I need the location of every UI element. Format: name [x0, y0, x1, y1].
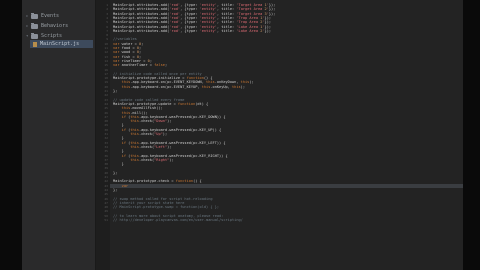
code-line[interactable]: var anotherTimer = false; — [113, 63, 167, 67]
code-editor-window: ▸ Events ▸ Behaviors ▾ Scripts MainScrip… — [22, 0, 463, 270]
letterbox-left — [0, 0, 22, 270]
code-line[interactable]: }; — [113, 171, 117, 175]
code-line[interactable]: }; — [113, 188, 117, 192]
js-file-icon — [33, 41, 37, 47]
code-editor[interactable]: 1 2 3 4 5 6 7 8 9 10 11 12 13 14 15 16 17 18 19 20 21 22 23 24 2… — [96, 0, 463, 270]
code-line[interactable]: this.app.keyboard.on(pc.EVENT_KEYUP, thi… — [113, 85, 245, 89]
code-line[interactable]: }; — [113, 89, 117, 93]
line-number-gutter: 1 2 3 4 5 6 7 8 9 10 11 12 13 14 15 16 17 18 19 20 21 22 23 24 2… — [96, 0, 110, 270]
tree-item-mainscript[interactable]: MainScript.js — [30, 40, 93, 48]
tree-item-scripts[interactable]: ▾ Scripts — [26, 32, 62, 40]
code-line[interactable]: var — [110, 183, 463, 188]
code-line[interactable]: // MainScript.prototype.swap = function(… — [113, 205, 219, 209]
code-line[interactable]: // http://developer.playcanvas.com/en/us… — [113, 218, 243, 222]
line-number: 51 — [104, 218, 108, 222]
code-line[interactable]: MainScript.attributes.add('rod', {type: … — [113, 29, 271, 33]
folder-icon — [31, 12, 38, 19]
tree-item-behaviors[interactable]: ▸ Behaviors — [26, 22, 68, 30]
file-tree-sidebar: ▸ Events ▸ Behaviors ▾ Scripts MainScrip… — [22, 0, 96, 270]
code-line[interactable]: } — [113, 162, 124, 166]
tree-item-label: Scripts — [41, 33, 63, 39]
letterbox-right — [463, 0, 480, 270]
folder-icon — [31, 22, 38, 29]
folder-icon — [31, 32, 38, 39]
tree-item-events[interactable]: ▸ Events — [26, 12, 59, 20]
tree-item-label: Events — [41, 13, 60, 19]
tree-item-label: Behaviors — [41, 23, 69, 29]
tree-item-label: MainScript.js — [40, 41, 80, 47]
